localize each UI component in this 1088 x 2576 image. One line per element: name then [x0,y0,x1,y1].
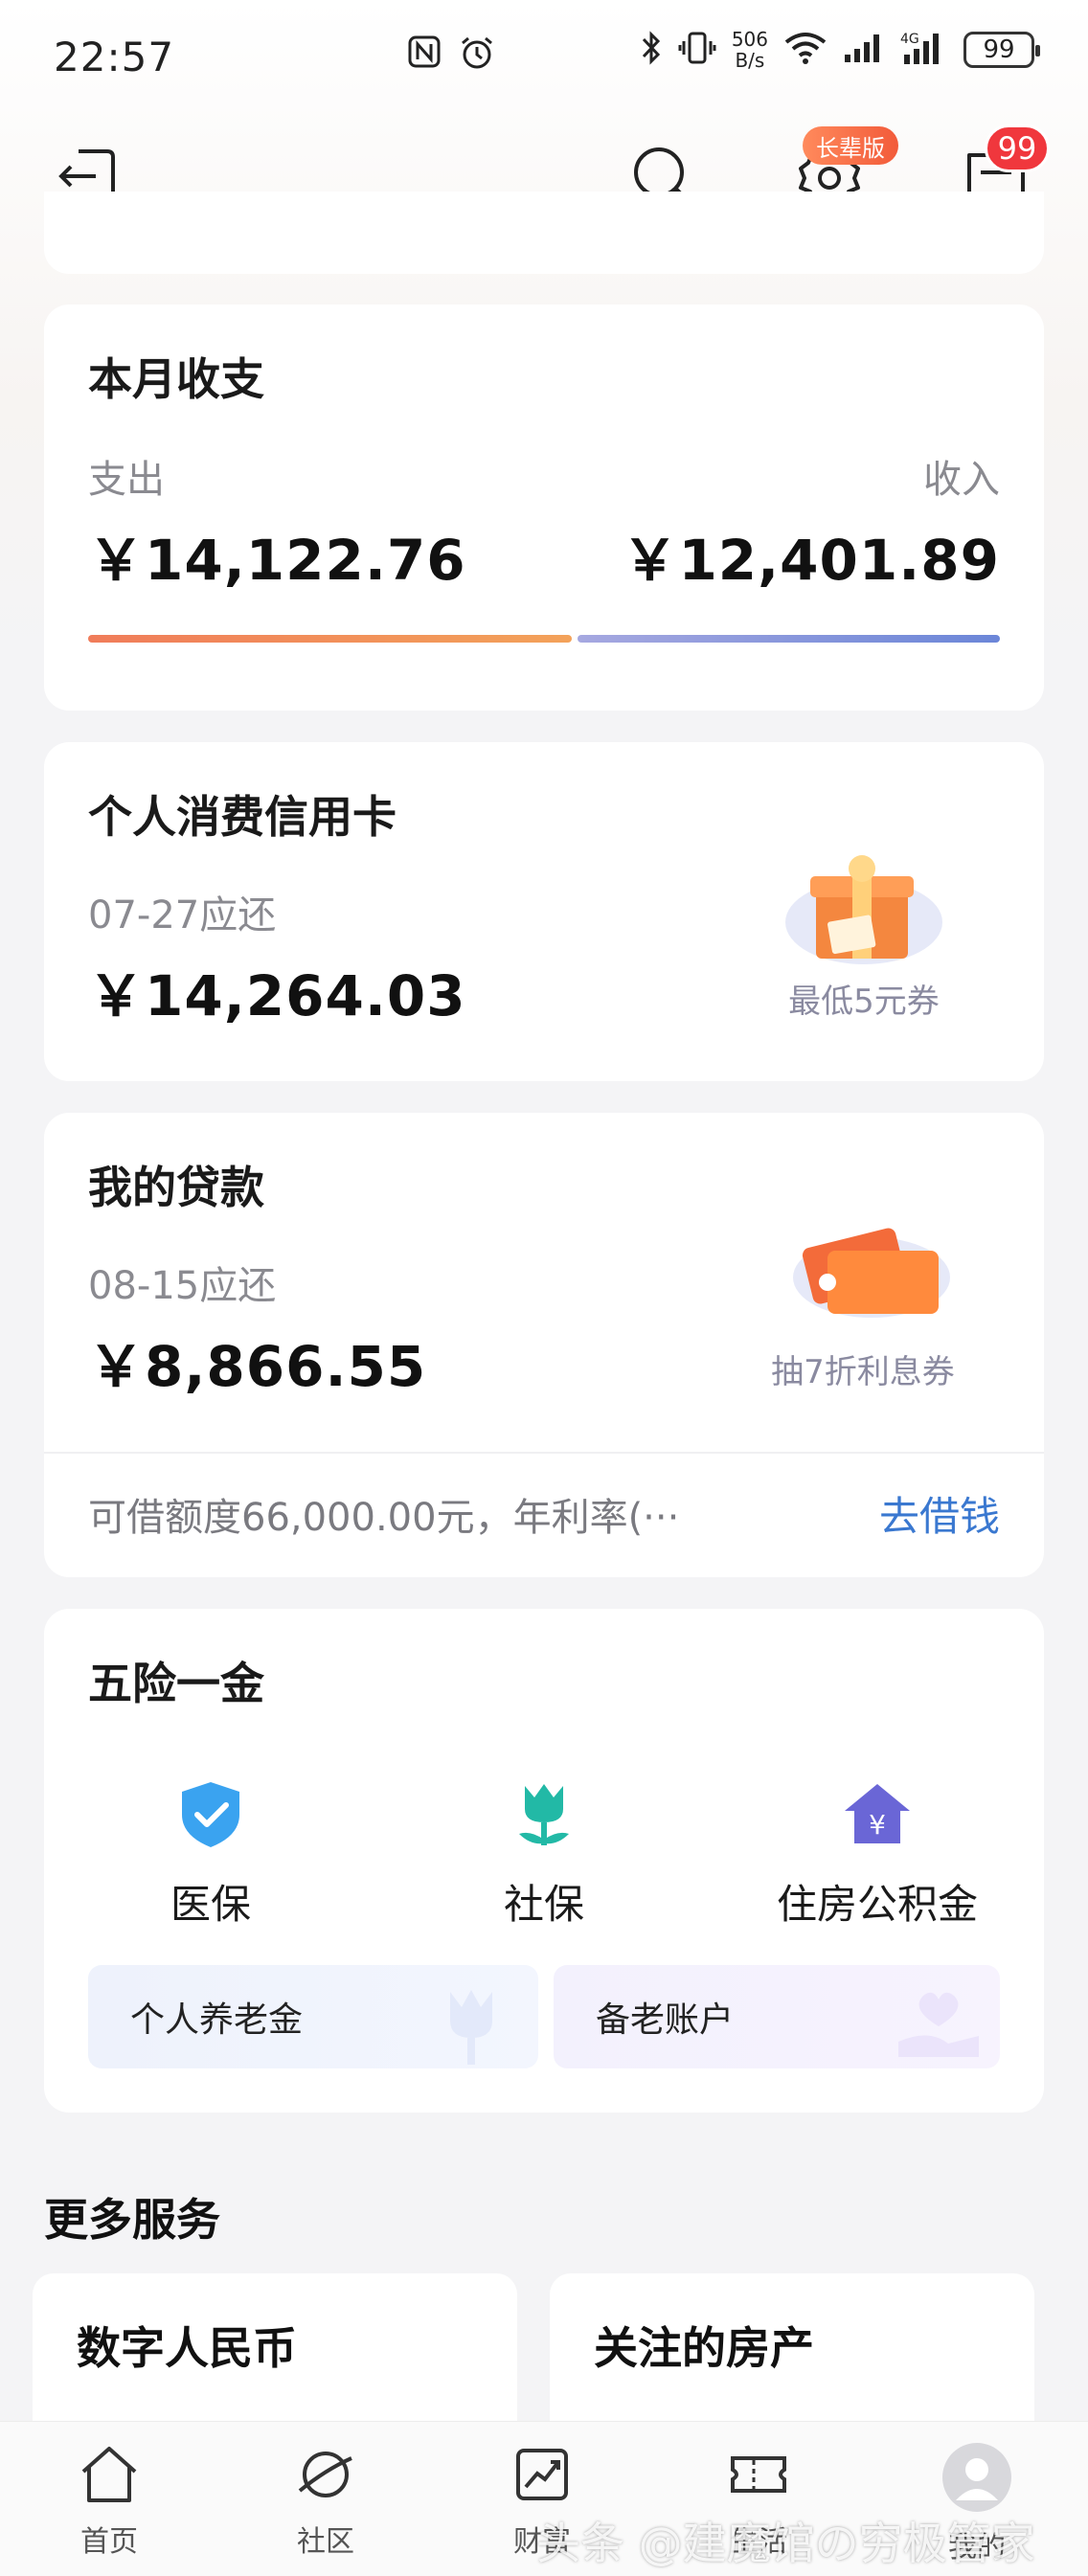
followed-property-label: 关注的房产 [594,2322,814,2374]
social-insurance-item[interactable]: 社保 [400,1776,688,1931]
credit-card-promo[interactable]: 最低5元券 [768,975,960,1022]
wifi-icon [783,31,827,69]
net-speed-unit: B/s [735,49,765,72]
digital-rmb-label: 数字人民币 [77,2322,297,2374]
more-services-title: 更多服务 [44,2194,220,2246]
battery-indicator: 99 [963,32,1040,68]
pension-account-label: 备老账户 [596,2000,735,2040]
housing-fund-item[interactable]: ¥ 住房公积金 [734,1776,1021,1931]
nfc-icon [407,34,442,79]
loan-title: 我的贷款 [88,1162,264,1213]
medical-insurance-item[interactable]: 医保 [67,1776,354,1931]
credit-card-card[interactable]: 个人消费信用卡 07-27应还 ￥14,264.03 最低5元券 [44,742,1044,1081]
chart-trend-icon [516,2449,568,2500]
medical-insurance-label: 医保 [170,1881,251,1928]
pension-account-card[interactable]: 备老账户 [554,1965,1000,2068]
income-bar [578,635,1000,643]
svg-text:4G: 4G [900,32,919,47]
bluetooth-icon [640,30,663,70]
income-label: 收入 [923,458,1000,502]
tulip-watermark-icon [450,1990,492,2065]
housing-fund-label: 住房公积金 [776,1881,978,1928]
battery-level: 99 [983,35,1015,64]
coupon-ticket-icon [768,1209,960,1333]
tab-community[interactable]: 社区 [259,2441,393,2560]
social-insurance-label: 社保 [503,1881,584,1928]
planet-icon [298,2452,352,2497]
hand-heart-icon [898,1992,979,2057]
previous-card-tail [44,192,1044,274]
expense-amount: ￥14,122.76 [88,528,466,593]
message-count-badge: 99 [985,124,1050,172]
loan-limit-info: 可借额度66,000.00元，年利率(··· [88,1496,680,1540]
borrow-link[interactable]: 去借钱 [879,1484,1000,1543]
status-icons-right: 506 B/s 4G 99 [640,29,1040,71]
shield-check-icon [182,1782,239,1847]
net-speed-value: 506 [731,28,768,51]
monthly-summary-card[interactable]: 本月收支 支出 收入 ￥14,122.76 ￥12,401.89 [44,305,1044,711]
loan-divider [44,1452,1044,1454]
signal-4g-icon: 4G [900,30,948,70]
home-icon [81,2447,137,2502]
insurance-card: 五险一金 医保 社保 ¥ 住房公积金 个人养老金 备老账户 [44,1609,1044,2113]
monthly-title: 本月收支 [88,353,264,405]
network-speed: 506 B/s [732,29,768,71]
tab-community-label: 社区 [297,2525,354,2559]
income-amount: ￥12,401.89 [622,528,1000,593]
ticket-icon [731,2456,786,2493]
svg-text:¥: ¥ [869,1809,886,1841]
expense-bar [88,635,572,643]
credit-card-title: 个人消费信用卡 [88,791,397,843]
avatar-icon [942,2443,1011,2512]
tab-home[interactable]: 首页 [42,2441,176,2560]
loan-due-label: 08-15应还 [88,1264,277,1308]
watermark-text: 头条 @建魔馆の穷极管家 [536,2518,1035,2569]
gift-box-icon [768,847,960,972]
house-yuan-icon: ¥ [845,1784,910,1843]
status-time: 22:57 [54,33,175,80]
loan-amount: ￥8,866.55 [88,1334,427,1399]
elder-mode-badge[interactable]: 长辈版 [803,126,898,165]
tulip-icon [519,1784,569,1845]
tab-home-label: 首页 [80,2525,138,2559]
credit-card-due-label: 07-27应还 [88,893,277,938]
alarm-icon [459,34,495,79]
status-icons-left [407,34,495,79]
loan-card[interactable]: 我的贷款 08-15应还 ￥8,866.55 抽7折利息券 可借额度66,000… [44,1113,1044,1577]
credit-card-amount: ￥14,264.03 [88,963,466,1028]
insurance-title: 五险一金 [88,1658,264,1709]
personal-pension-label: 个人养老金 [130,2000,304,2040]
personal-pension-card[interactable]: 个人养老金 [88,1965,538,2068]
loan-promo[interactable]: 抽7折利息券 [743,1345,983,1392]
signal-icon [843,32,885,68]
expense-label: 支出 [88,458,165,502]
vibrate-icon [678,30,716,70]
